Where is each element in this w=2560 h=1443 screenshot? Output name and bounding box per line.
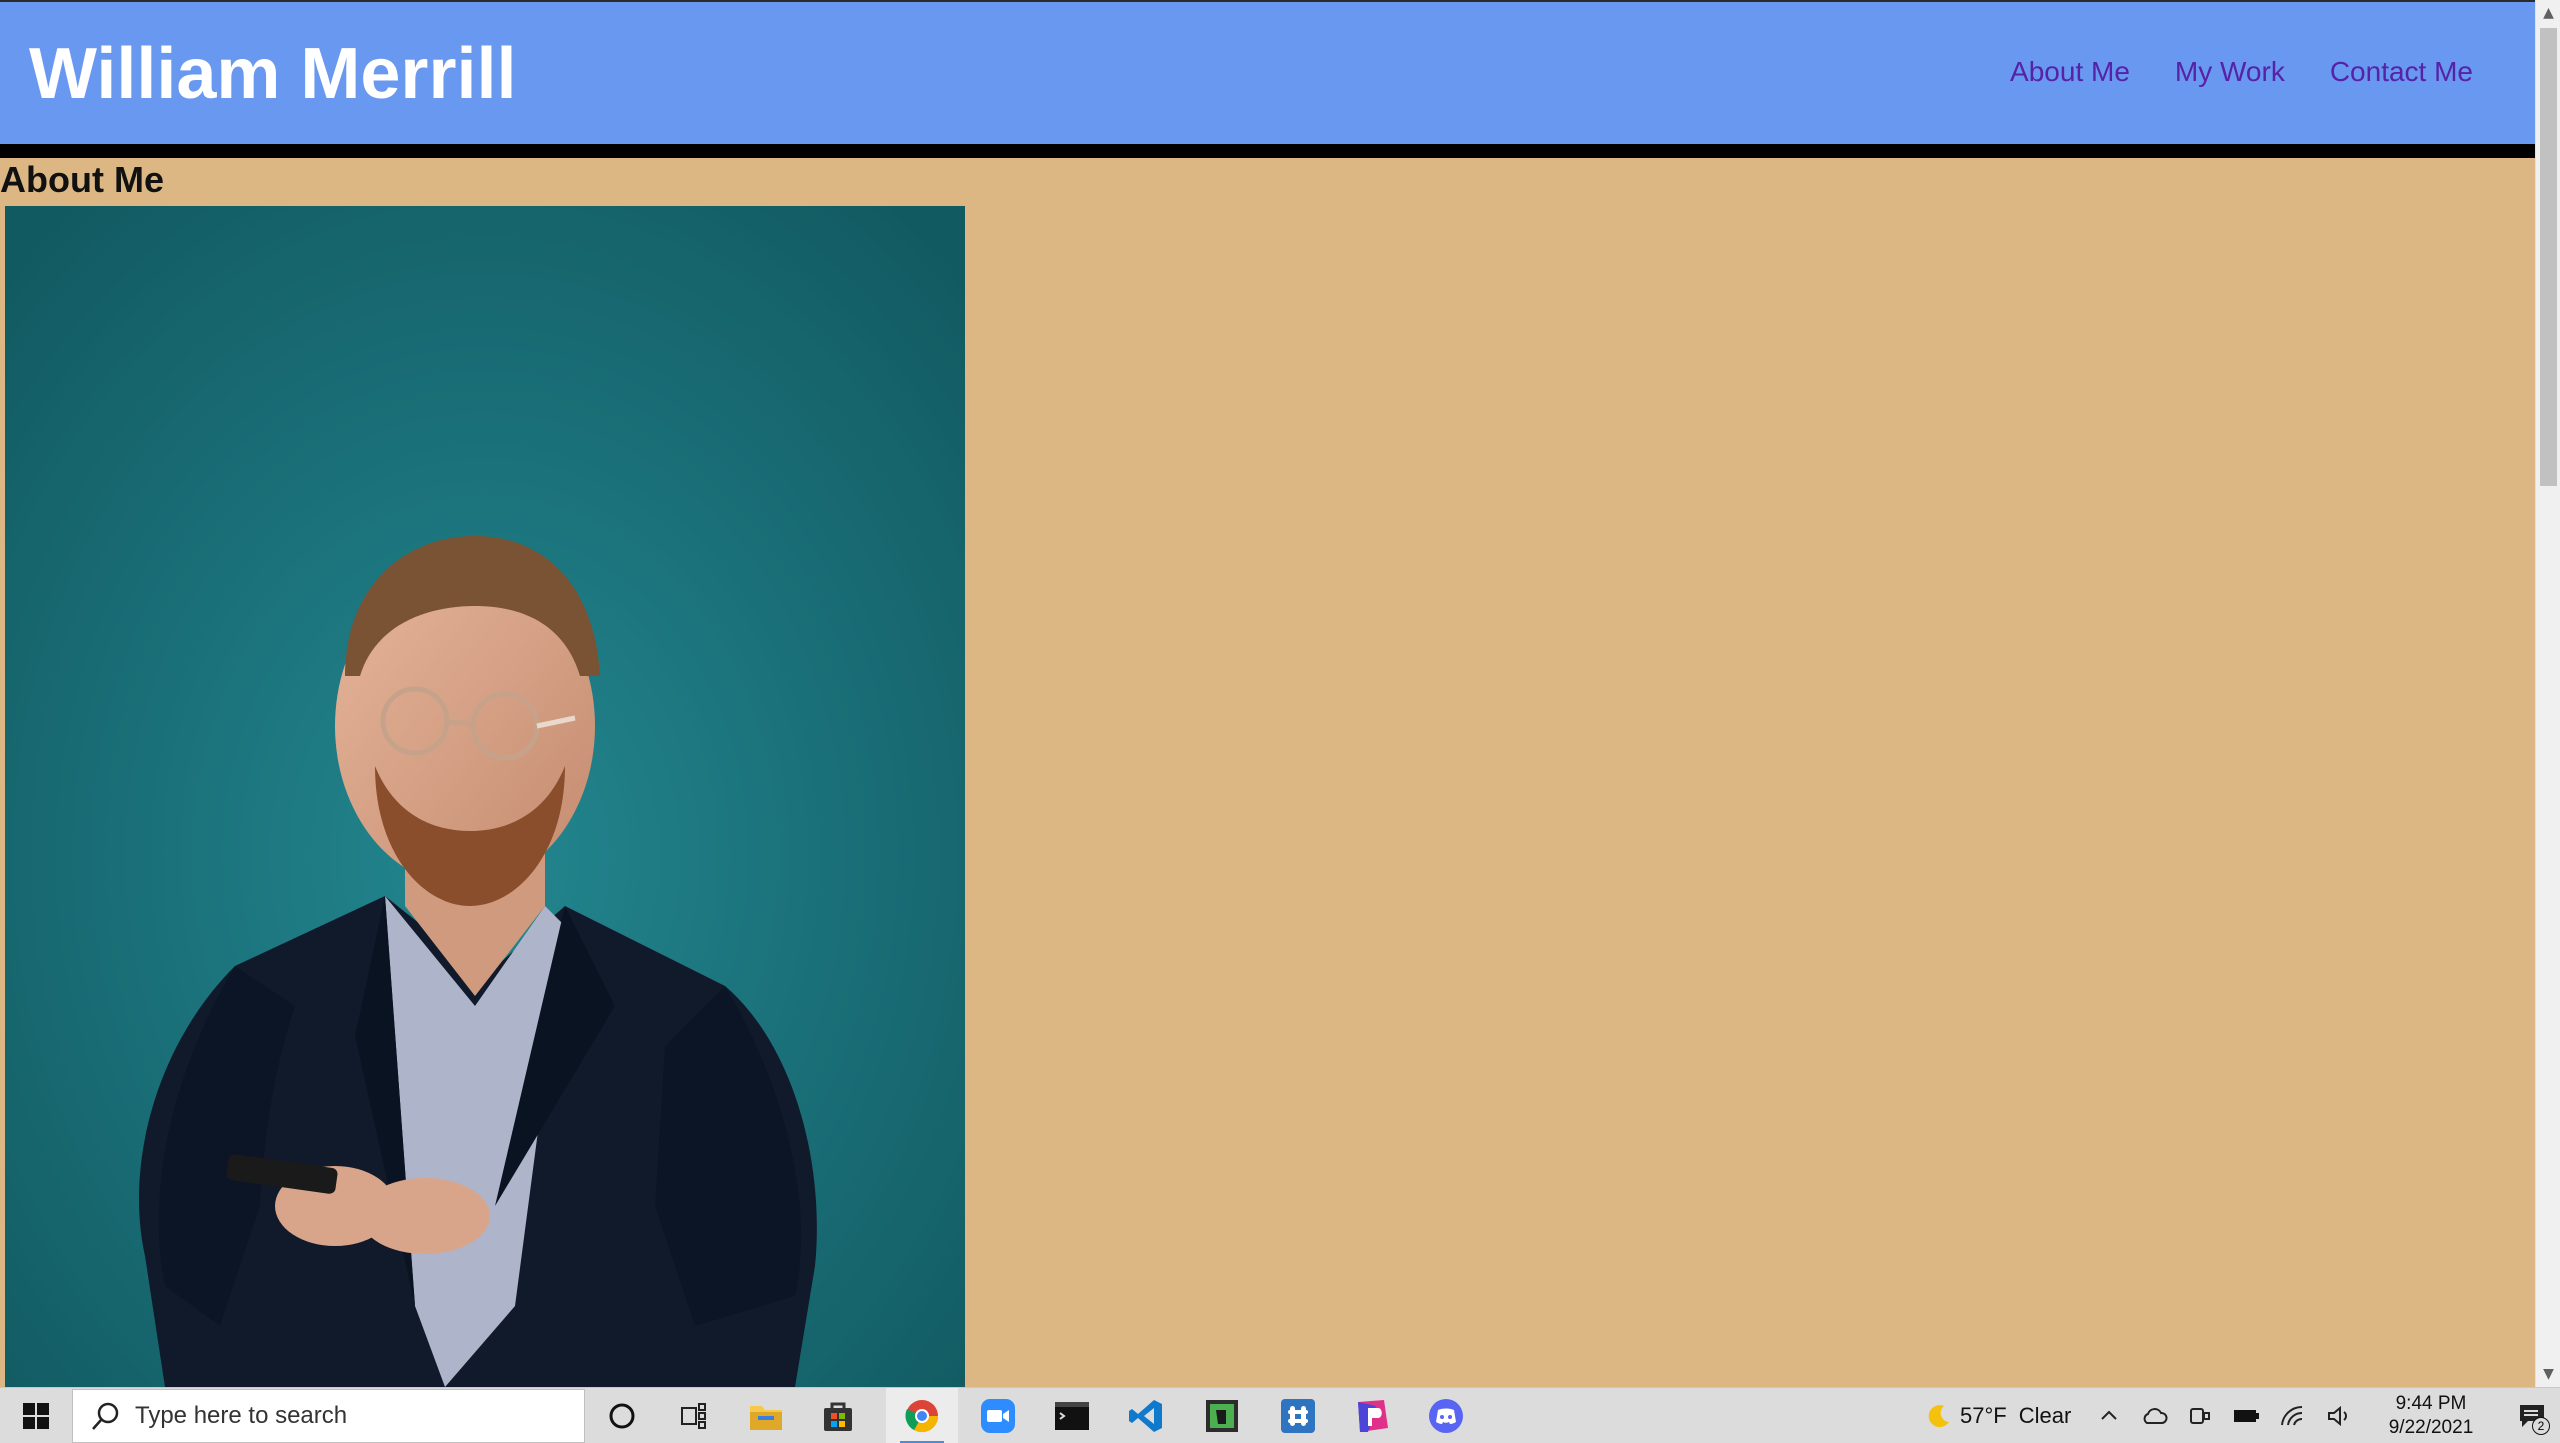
search-icon xyxy=(92,1402,119,1430)
moon-icon xyxy=(1928,1405,1949,1428)
site-header: William Merrill About Me My Work Contact… xyxy=(0,2,2535,144)
taskbar-search[interactable] xyxy=(72,1389,585,1443)
taskbar-clock[interactable]: 9:44 PM 9/22/2021 xyxy=(2376,1392,2486,1440)
wifi-icon[interactable] xyxy=(2280,1405,2306,1427)
chevron-up-icon[interactable] xyxy=(2098,1405,2120,1427)
header-divider xyxy=(0,144,2535,158)
store-icon[interactable] xyxy=(802,1388,874,1443)
notification-count-badge: 2 xyxy=(2532,1417,2550,1435)
windows-logo-icon xyxy=(23,1403,49,1429)
scroll-up-arrow-icon[interactable]: ▲ xyxy=(2536,0,2560,26)
clock-date: 9/22/2021 xyxy=(2388,1417,2474,1438)
browser-viewport: William Merrill About Me My Work Contact… xyxy=(0,0,2535,1387)
task-view-icon[interactable] xyxy=(658,1388,730,1443)
taskbar: 57°F Clear 9:44 PM 9/22/2021 2 xyxy=(0,1387,2560,1443)
system-tray xyxy=(2098,1388,2352,1443)
site-title: William Merrill xyxy=(29,34,517,114)
pycharm-icon[interactable] xyxy=(1336,1388,1408,1443)
volume-icon[interactable] xyxy=(2326,1405,2352,1427)
nav-link-work[interactable]: My Work xyxy=(2175,52,2285,92)
meet-now-icon[interactable] xyxy=(2188,1405,2212,1427)
zoom-icon[interactable] xyxy=(962,1388,1034,1443)
terminal-icon[interactable] xyxy=(1036,1388,1108,1443)
onedrive-cloud-icon[interactable] xyxy=(2140,1405,2168,1427)
file-explorer-icon[interactable] xyxy=(730,1388,802,1443)
chrome-icon[interactable] xyxy=(886,1388,958,1443)
vscode-icon[interactable] xyxy=(1110,1388,1182,1443)
slack-icon[interactable] xyxy=(1262,1388,1334,1443)
main-nav: About Me My Work Contact Me xyxy=(2010,52,2473,92)
weather-widget[interactable]: 57°F Clear xyxy=(1926,1388,2071,1443)
battery-icon[interactable] xyxy=(2232,1405,2260,1427)
discord-icon[interactable] xyxy=(1410,1388,1482,1443)
clock-time: 9:44 PM xyxy=(2395,1393,2467,1414)
profile-photo xyxy=(5,206,965,1387)
notification-center-button[interactable]: 2 xyxy=(2504,1388,2560,1443)
scroll-down-arrow-icon[interactable]: ▼ xyxy=(2536,1361,2560,1387)
nav-link-contact[interactable]: Contact Me xyxy=(2330,52,2473,92)
start-button[interactable] xyxy=(0,1388,72,1443)
nav-link-about[interactable]: About Me xyxy=(2010,52,2130,92)
evernote-icon[interactable] xyxy=(1186,1388,1258,1443)
search-input[interactable] xyxy=(135,1402,555,1430)
scroll-thumb[interactable] xyxy=(2540,28,2557,486)
weather-temperature: 57°F xyxy=(1960,1403,2007,1428)
page-scrollbar[interactable]: ▲ ▼ xyxy=(2535,0,2560,1387)
cortana-icon[interactable] xyxy=(586,1388,658,1443)
weather-condition: Clear xyxy=(2018,1403,2072,1428)
about-heading: About Me xyxy=(0,159,164,200)
